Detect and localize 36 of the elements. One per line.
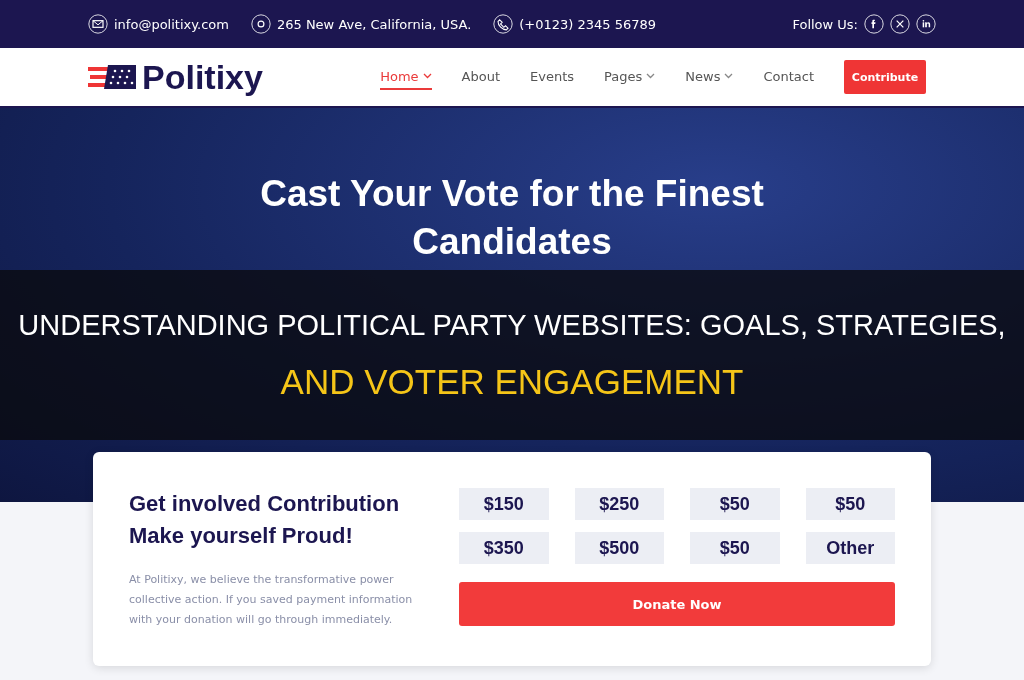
amount-option[interactable]: $350 <box>459 532 549 564</box>
amount-option[interactable]: $150 <box>459 488 549 520</box>
amount-option[interactable]: Other <box>805 532 895 564</box>
amount-option[interactable]: $50 <box>805 488 895 520</box>
social-icon[interactable] <box>864 14 884 34</box>
nav-link[interactable]: Pages <box>604 64 656 90</box>
social-icon[interactable] <box>890 14 910 34</box>
contribute-button[interactable]: Contribute <box>844 60 926 94</box>
nav-link[interactable]: Events <box>530 64 575 90</box>
hero-title: Cast Your Vote for the Finest Candidates <box>259 172 765 264</box>
banner-title: UNDERSTANDING POLITICAL PARTY WEBSITES: GOALS, STRATEGIES, <box>18 308 1006 342</box>
contact-text: 265 New Ave, California, USA. <box>276 16 472 32</box>
nav-link[interactable]: Home <box>380 64 432 90</box>
contact-text: info@politixy.com <box>114 16 229 32</box>
location-icon <box>250 14 271 34</box>
caret-icon <box>724 73 734 79</box>
caret-icon <box>646 73 656 79</box>
amount-option[interactable]: $500 <box>574 532 664 564</box>
caret-icon <box>422 73 432 79</box>
nav-link[interactable]: Contact <box>763 64 814 90</box>
contact-text: (+0123) 2345 56789 <box>519 16 657 32</box>
flag-logo-icon <box>88 64 136 90</box>
nav-link[interactable]: News <box>685 64 734 90</box>
phone-icon <box>493 14 514 34</box>
donation-text: At Politixy, we believe the transformative power collective action. If you saved payment information with your donation will go through immediately. <box>129 572 414 628</box>
amount-option[interactable]: $50 <box>690 532 780 564</box>
logo-text[interactable]: Politixy <box>142 57 263 97</box>
nav-link[interactable]: About <box>461 64 500 90</box>
banner-subtitle: AND VOTER ENGAGEMENT <box>280 361 744 402</box>
amount-option[interactable]: $250 <box>574 488 664 520</box>
envelope-icon <box>88 14 108 34</box>
donation-title: Get involved Contribution Make yourself Proud! <box>129 490 401 550</box>
amount-option[interactable]: $50 <box>690 488 780 520</box>
social-icon[interactable] <box>916 14 936 34</box>
donate-button[interactable]: Donate Now <box>459 582 895 626</box>
follow-label: Follow Us: <box>792 16 858 32</box>
